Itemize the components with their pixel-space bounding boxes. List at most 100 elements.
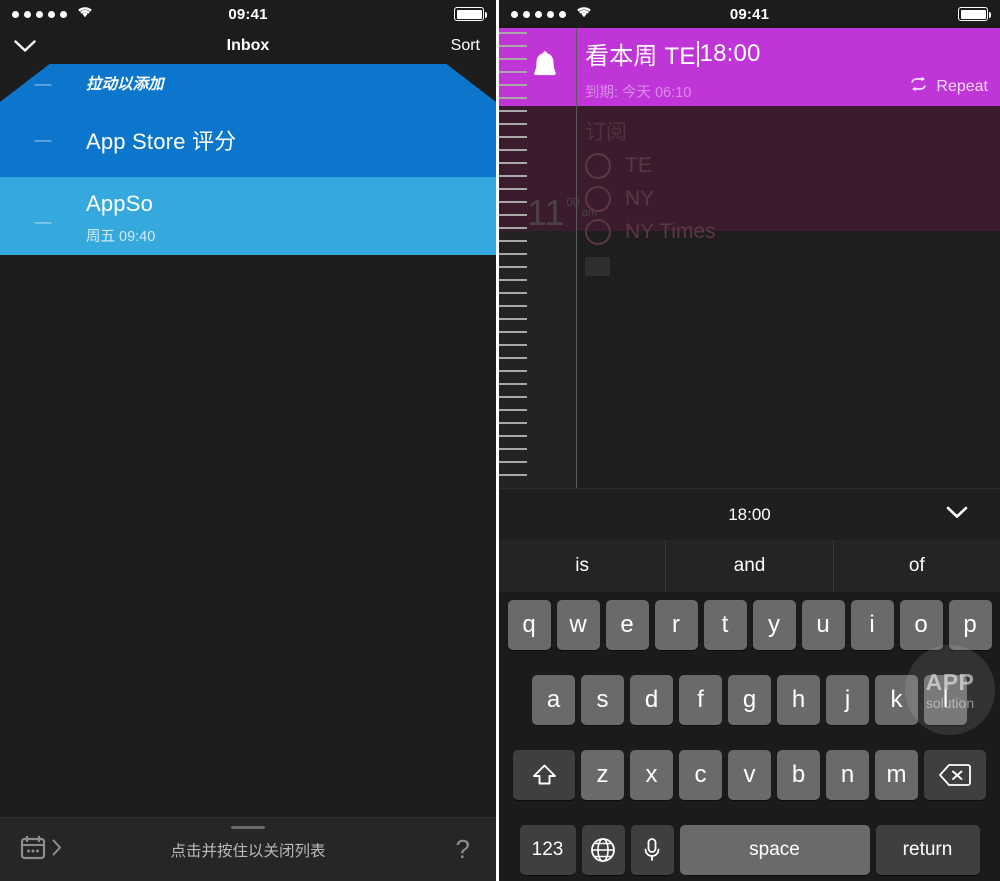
key-f[interactable]: f xyxy=(679,675,722,725)
key-s[interactable]: s xyxy=(581,675,624,725)
list-item-subtitle: 周五 09:40 xyxy=(86,229,156,245)
ruler-tick xyxy=(499,474,527,476)
ruler-tick xyxy=(499,45,527,47)
ruler-tick xyxy=(499,396,527,398)
repeat-icon xyxy=(909,76,928,97)
ruler-tick xyxy=(499,331,527,333)
shift-icon[interactable] xyxy=(513,750,575,800)
space-key[interactable]: space xyxy=(679,825,870,875)
key-v[interactable]: v xyxy=(728,750,771,800)
ruler-tick xyxy=(499,227,527,229)
chevron-down-icon[interactable] xyxy=(946,506,1000,524)
ruler-tick xyxy=(499,370,527,372)
dimmed-event-option-label: TE xyxy=(625,154,652,177)
ruler-tick xyxy=(499,71,527,73)
return-key[interactable]: return xyxy=(875,825,980,875)
left-phone-screen: 09:41 Inbox Sort — 拉动以添加 — App Store 评分 xyxy=(0,0,496,881)
key-o[interactable]: o xyxy=(899,600,943,650)
page-title: Inbox xyxy=(226,37,270,54)
ruler-hour-label: 11 00 am xyxy=(527,194,598,230)
ruler-tick xyxy=(499,136,527,138)
key-j[interactable]: j xyxy=(826,675,869,725)
keyboard-row-1: q w e r t y u i o p xyxy=(502,600,997,650)
ruler-tick xyxy=(499,448,527,450)
dimmed-event-option: TE xyxy=(585,153,1000,179)
ruler-tick xyxy=(499,149,527,151)
ruler-tick xyxy=(499,58,527,60)
key-n[interactable]: n xyxy=(826,750,869,800)
autocomplete-suggestions: is and of xyxy=(499,540,1000,592)
ruler-tick xyxy=(499,240,527,242)
key-h[interactable]: h xyxy=(777,675,820,725)
bottom-hint-text: 点击并按住以关闭列表 xyxy=(170,842,326,860)
list-item-dash: — xyxy=(34,130,52,149)
dual-phone-screenshot: 09:41 Inbox Sort — 拉动以添加 — App Store 评分 xyxy=(0,0,1000,881)
key-l[interactable]: l xyxy=(924,675,967,725)
microphone-icon[interactable] xyxy=(630,825,674,875)
key-q[interactable]: q xyxy=(507,600,551,650)
left-status-bar: 09:41 xyxy=(0,0,496,28)
pull-to-add-label: 拉动以添加 xyxy=(86,76,164,93)
globe-icon[interactable] xyxy=(581,825,625,875)
help-button[interactable]: ? xyxy=(456,834,496,865)
list-item-content: App Store 评分 xyxy=(86,124,236,156)
key-y[interactable]: y xyxy=(752,600,796,650)
drag-handle[interactable] xyxy=(231,826,265,829)
list-item[interactable]: — AppSo 周五 09:40 xyxy=(0,177,496,255)
ruler-ampm-value: am xyxy=(581,207,598,219)
key-e[interactable]: e xyxy=(605,600,649,650)
event-title-before-caret: 看本周 TE xyxy=(585,43,696,70)
ruler-tick xyxy=(499,253,527,255)
inbox-empty-area xyxy=(0,255,496,817)
key-t[interactable]: t xyxy=(703,600,747,650)
key-p[interactable]: p xyxy=(948,600,992,650)
ruler-tick xyxy=(499,305,527,307)
list-item-dash: — xyxy=(34,212,52,231)
right-status-time: 09:41 xyxy=(729,5,770,23)
suggestion-item[interactable]: is xyxy=(499,540,667,592)
battery-full-icon xyxy=(958,7,991,21)
keyboard-row-3: z x c v b n m xyxy=(502,750,997,800)
list-item[interactable]: — App Store 评分 xyxy=(0,102,496,177)
backspace-icon[interactable] xyxy=(924,750,986,800)
list-item-content: AppSo 周五 09:40 xyxy=(86,191,155,246)
key-w[interactable]: w xyxy=(556,600,600,650)
event-title-input[interactable]: 看本周 TE 18:00 xyxy=(585,36,990,71)
repeat-label: Repeat xyxy=(936,77,988,95)
key-z[interactable]: z xyxy=(581,750,624,800)
numbers-key[interactable]: 123 xyxy=(519,825,576,875)
suggestion-item[interactable]: of xyxy=(833,540,1000,592)
timeline-ruler: 11 00 am xyxy=(499,28,597,488)
right-phone-screen: 09:41 订阅 TE NY NY Times 看本周 TE 18:00 到期:… xyxy=(496,0,1000,881)
key-i[interactable]: i xyxy=(850,600,894,650)
key-x[interactable]: x xyxy=(630,750,673,800)
ruler-tick xyxy=(499,435,527,437)
key-c[interactable]: c xyxy=(679,750,722,800)
ruler-tick xyxy=(499,110,527,112)
pull-to-add-dash: — xyxy=(34,73,52,93)
key-d[interactable]: d xyxy=(630,675,673,725)
list-item-title: App Store 评分 xyxy=(86,128,237,154)
key-a[interactable]: a xyxy=(532,675,575,725)
key-k[interactable]: k xyxy=(875,675,918,725)
pull-to-add-row[interactable]: — 拉动以添加 xyxy=(0,64,496,102)
repeat-button[interactable]: Repeat xyxy=(909,76,988,97)
ruler-tick xyxy=(499,344,527,346)
time-value: 18:00 xyxy=(728,504,771,524)
ruler-tick xyxy=(499,266,527,268)
left-nav-bar: Inbox Sort xyxy=(0,28,496,64)
ruler-tick xyxy=(499,84,527,86)
key-g[interactable]: g xyxy=(728,675,771,725)
ruler-tick xyxy=(499,357,527,359)
suggestion-item[interactable]: and xyxy=(666,540,834,592)
key-m[interactable]: m xyxy=(875,750,918,800)
key-b[interactable]: b xyxy=(777,750,820,800)
key-r[interactable]: r xyxy=(654,600,698,650)
ruler-tick xyxy=(499,32,527,34)
ruler-tick xyxy=(499,422,527,424)
ruler-tick xyxy=(499,279,527,281)
keyboard-row-2: a s d f g h j k l xyxy=(502,675,997,725)
time-suggestion-bar[interactable]: 18:00 xyxy=(499,488,1000,540)
key-u[interactable]: u xyxy=(801,600,845,650)
keyboard-keys: q w e r t y u i o p a s d f g h j k l z … xyxy=(499,592,1000,881)
